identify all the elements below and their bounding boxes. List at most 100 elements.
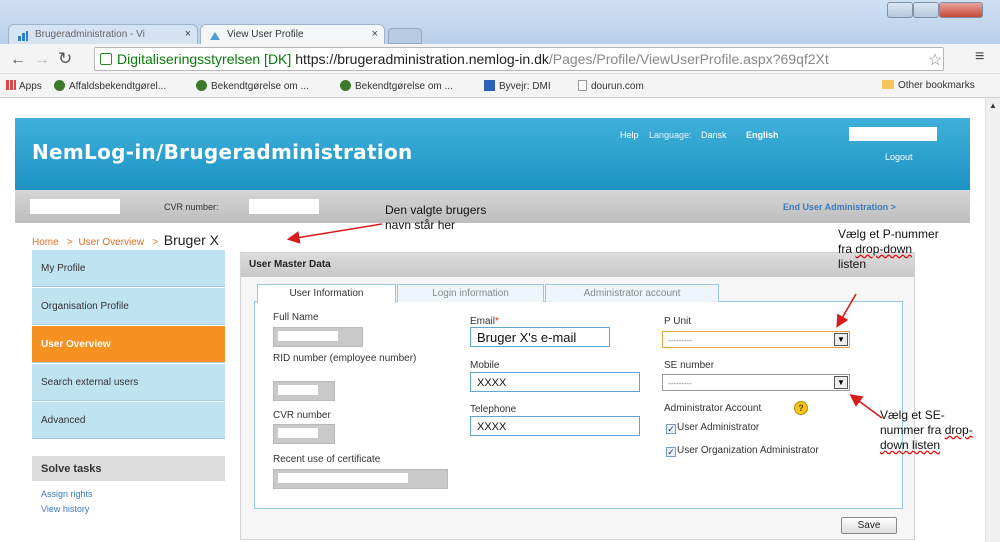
bookmarks-bar: Apps Affaldsbekendtgørel... Bekendtgørel… — [0, 74, 1000, 98]
language-label: Language: — [649, 130, 692, 140]
annotation-selected-user: Den valgte brugers navn står her — [385, 203, 487, 232]
checkmark-icon: ✓ — [666, 424, 676, 434]
solve-tasks-box: Solve tasks Assign rights View history — [32, 456, 225, 540]
bookmark-apps[interactable]: Apps — [6, 80, 42, 92]
close-tab-icon[interactable]: × — [372, 28, 378, 40]
help-question-icon[interactable]: ? — [794, 401, 808, 415]
page-favicon-icon — [209, 30, 221, 42]
mobile-label: Mobile — [470, 360, 500, 371]
bookmark-bekendtgorelse-1[interactable]: Bekendtgørelse om ... — [196, 80, 309, 92]
scroll-up-icon[interactable]: ▲ — [989, 101, 997, 110]
site-title: NemLog-in/Brugeradministration — [32, 140, 413, 164]
tab-label: Brugeradministration - Vi — [35, 29, 145, 40]
p-unit-select[interactable]: --------- ▼ — [662, 331, 850, 348]
recent-certificate-value — [273, 469, 448, 489]
breadcrumb-sep: > — [152, 237, 159, 248]
cvr-number-value — [273, 424, 335, 444]
window-controls — [887, 2, 997, 20]
view-history-link[interactable]: View history — [41, 504, 89, 514]
cvr-value-box — [249, 199, 319, 214]
cvr-bar: CVR number: End User Administration > — [15, 190, 970, 223]
folder-icon — [882, 80, 894, 89]
user-name-box — [849, 127, 937, 141]
email-field[interactable]: Bruger X's e-mail — [470, 327, 610, 347]
browser-tab-view-user-profile[interactable]: View User Profile × — [200, 24, 385, 46]
dmi-icon — [484, 80, 495, 91]
breadcrumb-home[interactable]: Home — [32, 237, 59, 248]
cvr-label: CVR number: — [164, 202, 219, 212]
se-number-select[interactable]: --------- ▼ — [662, 374, 850, 391]
url-host: https://brugeradministration.nemlog-in.d… — [295, 51, 549, 67]
telephone-field[interactable]: XXXX — [470, 416, 640, 436]
chevron-down-icon[interactable]: ▼ — [834, 333, 848, 346]
apps-grid-icon — [6, 80, 16, 90]
minimize-button[interactable] — [887, 2, 913, 18]
user-org-administrator-checkbox[interactable]: ✓ User Organization Administrator — [666, 445, 819, 457]
tab-user-information[interactable]: User Information — [257, 284, 396, 303]
browser-menu-icon[interactable]: ≡ — [975, 48, 984, 66]
bookmark-globe-icon — [54, 80, 65, 91]
solve-tasks-title: Solve tasks — [32, 456, 225, 481]
assign-rights-link[interactable]: Assign rights — [41, 489, 93, 499]
maximize-button[interactable] — [913, 2, 939, 18]
sidebar-item-user-overview[interactable]: User Overview — [32, 326, 225, 363]
tab-administrator-account[interactable]: Administrator account — [545, 284, 719, 302]
back-arrow-icon[interactable]: ← — [10, 51, 26, 69]
email-label: Email* — [470, 316, 499, 327]
breadcrumb-user-overview[interactable]: User Overview — [78, 237, 144, 248]
vertical-scrollbar[interactable]: ▲ — [985, 98, 1000, 542]
site-header: NemLog-in/Brugeradministration Help Lang… — [15, 118, 970, 190]
new-tab-button[interactable] — [388, 28, 422, 44]
forward-arrow-icon[interactable]: → — [34, 51, 50, 69]
bookmark-affald[interactable]: Affaldsbekendtgørel... — [54, 80, 166, 92]
sidebar-item-search-external-users[interactable]: Search external users — [32, 364, 225, 401]
reload-icon[interactable]: ↻ — [58, 49, 72, 69]
url-bar[interactable]: Digitaliseringsstyrelsen [DK] https://br… — [94, 47, 944, 71]
mobile-field[interactable]: XXXX — [470, 372, 640, 392]
annotation-p-unit: Vælg et P-nummer fra drop-down listen — [838, 227, 939, 271]
telephone-label: Telephone — [470, 404, 517, 415]
lang-dansk-link[interactable]: Dansk — [701, 130, 727, 140]
save-button[interactable]: Save — [841, 517, 897, 534]
checkmark-icon: ✓ — [666, 447, 676, 457]
tab-label: View User Profile — [227, 29, 304, 40]
bookmark-other[interactable]: Other bookmarks — [882, 80, 975, 91]
bookmark-globe-icon — [340, 80, 351, 91]
bookmark-bekendtgorelse-2[interactable]: Bekendtgørelse om ... — [340, 80, 453, 92]
bookmark-globe-icon — [196, 80, 207, 91]
org-name-box — [30, 199, 120, 214]
sidebar-item-organisation-profile[interactable]: Organisation Profile — [32, 288, 225, 325]
lang-english-link[interactable]: English — [746, 130, 779, 140]
full-name-value — [273, 327, 363, 347]
se-number-label: SE number — [664, 360, 715, 371]
cvr-number-label: CVR number — [273, 410, 331, 421]
sidebar: My Profile Organisation Profile User Ove… — [32, 250, 225, 540]
site-favicon-icon — [17, 30, 29, 42]
breadcrumb: Home > User Overview > Bruger X — [32, 232, 219, 248]
bookmark-star-icon[interactable]: ☆ — [928, 50, 942, 70]
end-user-admin-link[interactable]: End User Administration > — [783, 202, 896, 212]
chevron-down-icon[interactable]: ▼ — [834, 376, 848, 389]
sidebar-item-advanced[interactable]: Advanced — [32, 402, 225, 439]
administrator-account-label: Administrator Account — [664, 403, 762, 414]
tab-login-information[interactable]: Login information — [397, 284, 544, 302]
sidebar-item-my-profile[interactable]: My Profile — [32, 250, 225, 287]
close-tab-icon[interactable]: × — [185, 28, 191, 40]
breadcrumb-current: Bruger X — [163, 232, 220, 248]
panel-title: User Master Data — [241, 253, 914, 277]
user-administrator-checkbox[interactable]: ✓ User Administrator — [666, 422, 759, 434]
help-link[interactable]: Help — [620, 130, 639, 140]
user-master-data-panel: User Master Data User Information Login … — [240, 252, 915, 540]
page-icon — [578, 80, 587, 91]
secure-lock-icon — [100, 53, 112, 65]
breadcrumb-sep: > — [67, 237, 73, 248]
rid-number-label: RID number (employee number) — [273, 353, 417, 364]
recent-certificate-label: Recent use of certificate — [273, 454, 381, 465]
close-window-button[interactable] — [939, 2, 983, 18]
browser-tab-brugeradministration[interactable]: Brugeradministration - Vi × — [8, 24, 198, 46]
p-unit-label: P Unit — [664, 316, 692, 327]
bookmark-dmi[interactable]: Byvejr: DMI — [484, 80, 551, 92]
logout-link[interactable]: Logout — [885, 152, 913, 162]
bookmark-dourun[interactable]: dourun.com — [578, 80, 644, 92]
full-name-label: Full Name — [273, 312, 319, 323]
